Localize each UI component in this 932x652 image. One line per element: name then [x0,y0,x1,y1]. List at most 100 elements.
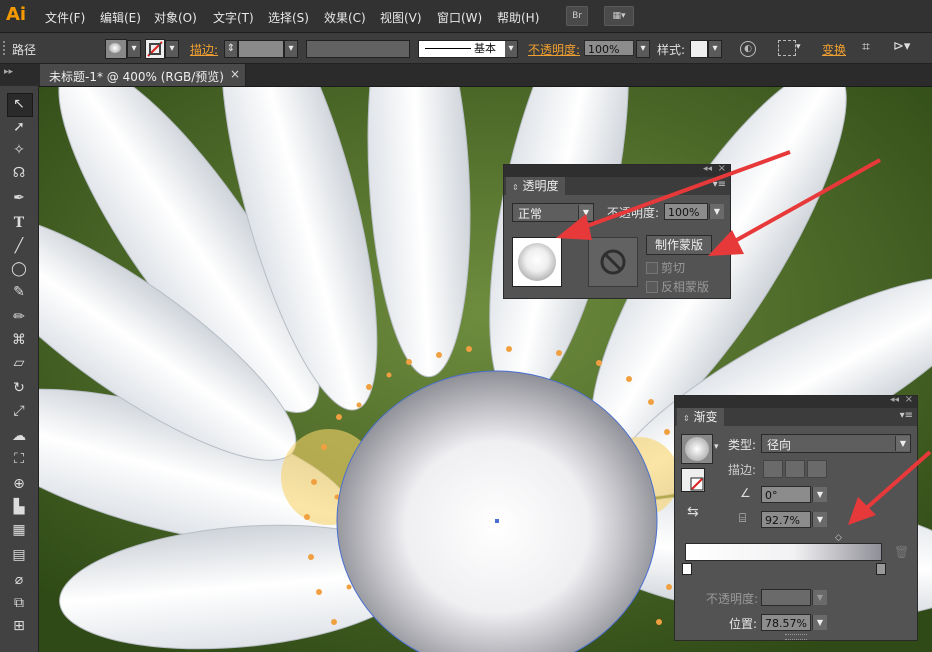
gradient-preset-dropdown-icon[interactable]: ▾ [714,442,719,452]
aspect-ratio-input[interactable]: 92.7% [761,511,811,528]
gradient-slider[interactable] [685,543,882,561]
clip-checkbox[interactable] [646,262,658,274]
menu-window[interactable]: 窗口(W) [437,9,482,26]
angle-input[interactable]: 0° [761,486,811,503]
stroke-across-icon[interactable] [807,460,827,478]
reverse-gradient-icon[interactable]: ⇆ [687,504,699,520]
menu-effect[interactable]: 效果(C) [324,9,366,26]
opacity-input[interactable]: 100% [584,40,634,56]
invert-mask-checkbox[interactable] [646,281,658,293]
gradient-type-select[interactable]: 径向 ▼ [761,434,911,453]
stop-opacity-input[interactable] [761,589,811,606]
bridge-button[interactable]: Br [566,6,588,26]
opacity-dropdown[interactable]: ▾ [636,40,650,58]
opacity-dropdown-icon[interactable]: ▼ [709,204,724,219]
brush-definition[interactable]: 基本 ▾ [418,40,518,58]
shape-builder-tool-icon[interactable]: ⊕ [9,475,29,493]
direct-selection-tool-icon[interactable]: ➚ [9,118,29,136]
menu-help[interactable]: 帮助(H) [497,9,539,26]
gradient-tab[interactable]: ⇕ 渐变 [677,408,724,426]
stroke-weight-input[interactable] [238,40,284,58]
collapse-tools-icon[interactable]: ▸▸ [4,67,13,77]
recolor-artwork-icon[interactable]: ◐ [740,41,756,57]
graphic-style-dropdown[interactable]: ▾ [708,40,722,58]
stroke-weight-label[interactable]: 描边: [190,41,218,58]
ellipse-tool-icon[interactable]: ◯ [9,260,29,278]
selection-tool-icon[interactable]: ↖ [9,95,29,113]
panel-menu-icon[interactable]: ⊳▾ [893,39,910,54]
grip-handle[interactable] [3,41,9,55]
no-mask-icon [600,249,626,275]
graph-tool-icon[interactable]: ▙ [9,498,29,516]
fill-stroke-swatch[interactable] [681,468,705,492]
gradient-preview-swatch[interactable] [681,434,713,464]
location-dropdown-icon[interactable]: ▼ [812,615,827,630]
lasso-tool-icon[interactable]: ☊ [9,164,29,182]
midpoint-diamond-icon[interactable]: ◇ [835,533,842,543]
menu-type[interactable]: 文字(T) [213,9,254,26]
gradient-stop-right[interactable] [876,563,886,575]
stroke-along-icon[interactable] [785,460,805,478]
align-dropdown-icon[interactable]: ▾ [796,42,801,52]
delete-stop-icon[interactable]: 🗑 [894,545,909,559]
fill-dropdown[interactable]: ▾ [127,40,141,58]
paintbrush-tool-icon[interactable]: ✎ [9,283,29,301]
menu-view[interactable]: 视图(V) [380,9,422,26]
aspect-ratio-dropdown-icon[interactable]: ▼ [812,512,827,527]
menu-file[interactable]: 文件(F) [45,9,85,26]
panel-options-icon[interactable]: ▾≡ [713,179,726,190]
align-icon[interactable] [778,40,796,56]
stroke-weight-stepper[interactable]: ⇕ [224,40,238,58]
warp-tool-icon[interactable]: ☁ [9,427,29,445]
opacity-label[interactable]: 不透明度: [528,41,580,58]
symbol-sprayer-tool-icon[interactable]: ⊞ [9,617,29,635]
magic-wand-tool-icon[interactable]: ✧ [9,141,29,159]
opacity-label: 不透明度: [607,206,660,220]
make-mask-button[interactable]: 制作蒙版 [646,235,712,255]
eyedropper-tool-icon[interactable]: ⌀ [9,571,29,589]
transparency-tab[interactable]: ⇕ 透明度 [506,177,565,195]
variable-width-profile[interactable] [306,40,410,58]
close-gradient-panel-icon[interactable]: × [905,394,913,405]
menu-edit[interactable]: 编辑(E) [100,9,141,26]
menu-object[interactable]: 对象(O) [154,9,197,26]
opacity-input[interactable]: 100% [664,203,708,220]
mask-thumbnail[interactable] [588,237,638,287]
angle-dropdown-icon[interactable]: ▼ [812,487,827,502]
free-transform-tool-icon[interactable]: ⛶ [9,450,29,468]
location-input[interactable]: 78.57% [761,614,811,631]
blend-mode-select[interactable]: 正常 ▼ [512,203,594,222]
stroke-within-icon[interactable] [763,460,783,478]
blob-brush-tool-icon[interactable]: ⌘ [9,331,29,349]
transform-link[interactable]: 变换 [822,41,846,58]
document-tab[interactable]: 未标题-1* @ 400% (RGB/预览) × [40,64,246,86]
gradient-stop-left[interactable] [682,563,692,575]
panel-resize-grip[interactable] [785,634,807,640]
collapse-panel-icon[interactable]: ◂◂ [703,164,712,174]
blend-tool-icon[interactable]: ⧉ [9,594,29,612]
close-tab-icon[interactable]: × [230,67,240,81]
eraser-tool-icon[interactable]: ▱ [9,354,29,372]
collapse-gradient-panel-icon[interactable]: ◂◂ [890,395,899,405]
type-tool-icon[interactable]: T [9,214,29,232]
scale-tool-icon[interactable]: ⤢ [9,402,29,420]
pencil-tool-icon[interactable]: ✏ [9,308,29,326]
gradient-tool-icon[interactable]: ▤ [9,546,29,564]
stroke-weight-dropdown[interactable]: ▾ [284,40,298,58]
stop-opacity-dropdown-icon[interactable]: ▼ [812,590,827,605]
fill-swatch[interactable] [105,39,127,59]
line-tool-icon[interactable]: ╱ [9,237,29,255]
menu-select[interactable]: 选择(S) [268,9,309,26]
stroke-dropdown[interactable]: ▾ [165,40,179,58]
mesh-tool-icon[interactable]: ▦ [9,521,29,539]
pen-tool-icon[interactable]: ✒ [9,189,29,207]
isolate-icon[interactable]: ⌗ [862,39,870,55]
graphic-style-swatch[interactable] [690,40,708,58]
arrange-documents-icon[interactable]: ▦▾ [604,6,634,26]
gradient-panel-header: ◂◂ × [675,394,917,408]
close-panel-icon[interactable]: × [718,163,726,174]
rotate-tool-icon[interactable]: ↻ [9,379,29,397]
object-thumbnail[interactable] [512,237,562,287]
gradient-panel-options-icon[interactable]: ▾≡ [900,410,913,421]
stroke-swatch[interactable] [145,39,165,59]
